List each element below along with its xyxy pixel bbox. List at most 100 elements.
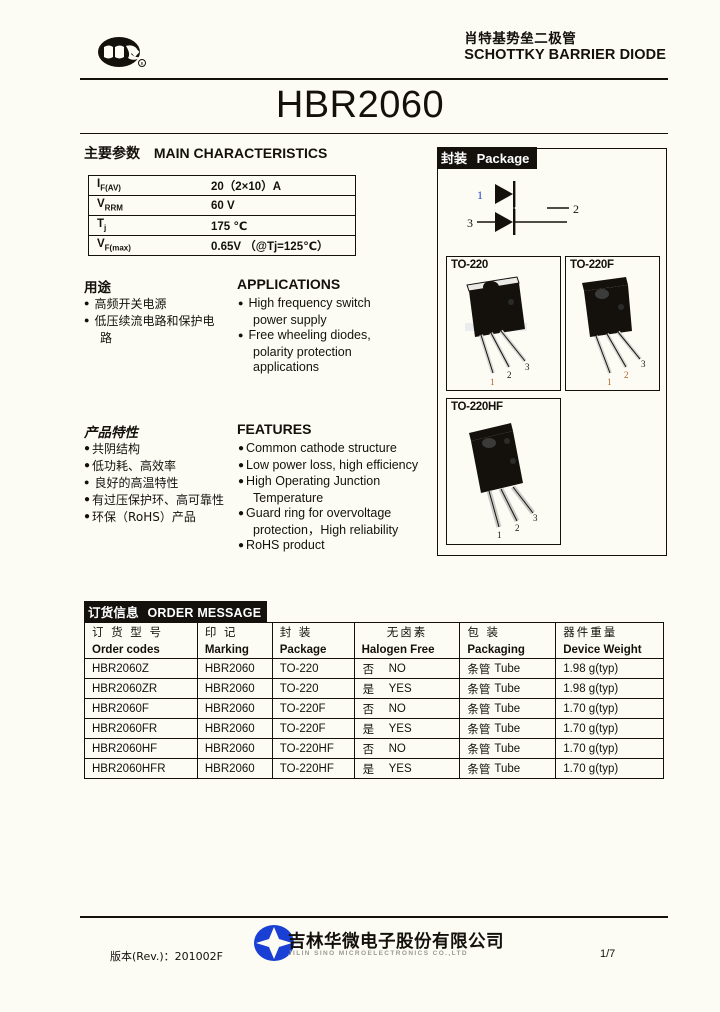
applications-item-en: Free wheeling diodes,	[248, 328, 371, 342]
to220hf-illustration: 1 2 3	[469, 423, 538, 540]
package-type: TO-220HF	[271, 758, 355, 779]
characteristics-table: IF(AV) 20（2×10）A VRRM 60 V Tj 175 ℃ VF(m…	[88, 175, 356, 256]
col-header-cn: 无卤素	[353, 622, 461, 641]
bullet-icon: ●	[238, 443, 245, 454]
col-header-en: Packaging	[459, 641, 557, 659]
packaging: 条管 Tube	[459, 738, 557, 759]
list-item: ● 有过压保护环、高可靠性	[84, 492, 234, 508]
applications-item-en: polarity protection	[253, 344, 352, 359]
list-item: ● High Operating Junction	[238, 474, 443, 490]
order-code: HBR2060HF	[84, 738, 198, 759]
company-name-en: JILIN SINO MICROELECTRONICS CO.,LTD	[288, 950, 468, 957]
order-message-caption: 订货信息 ORDER MESSAGE	[84, 601, 268, 623]
package-caption-cn: 封装	[441, 152, 468, 167]
svg-text:2: 2	[573, 202, 579, 216]
bullet-icon: ●	[84, 315, 90, 325]
halogen-free: 是 YES	[353, 678, 461, 699]
applications-item-en: power supply	[253, 312, 327, 327]
features-item-cn: 环保（RoHS）产品	[92, 510, 196, 524]
table-row: HBR2060F HBR2060 TO-220F 否 NO 条管 Tube 1.70…	[84, 698, 664, 719]
list-item: ● Low power loss, high efficiency	[238, 458, 443, 474]
order-code: HBR2060FR	[84, 718, 198, 739]
package-type: TO-220F	[271, 698, 355, 719]
package-photo-to220hf: TO-220HF 1 2 3	[446, 398, 561, 545]
applications-heading-cn: 用途	[84, 280, 111, 296]
table-row: HBR2060HFR HBR2060 TO-220HF 是 YES 条管 Tube …	[84, 758, 664, 779]
packaging: 条管 Tube	[459, 718, 557, 739]
bullet-icon: ●	[84, 477, 90, 487]
device-weight: 1.70 g(typ)	[555, 758, 664, 779]
page-number: 1/7	[600, 948, 616, 960]
order-message-table: 订 货 型 号 印 记 封 装 无卤素 包 装 器件重量 Order codes…	[84, 622, 664, 779]
features-item-en: Guard ring for overvoltage	[246, 506, 392, 520]
table-header-row-cn: 订 货 型 号 印 记 封 装 无卤素 包 装 器件重量	[84, 622, 664, 641]
order-code: HBR2060Z	[84, 658, 198, 679]
bullet-icon: ●	[238, 540, 245, 551]
list-item: ● RoHS product	[238, 538, 443, 554]
list-item: ● Common cathode structure	[238, 441, 443, 457]
features-item-en: RoHS product	[246, 538, 325, 552]
col-header-en: Halogen Free	[353, 641, 461, 659]
packaging: 条管 Tube	[459, 698, 557, 719]
package-type: TO-220HF	[271, 738, 355, 759]
bullet-icon: ●	[238, 298, 244, 308]
halogen-free: 否 NO	[353, 738, 461, 759]
to220f-illustration: 1 2 3	[582, 277, 646, 387]
package-photo-to220: TO-220 1 2 3	[446, 256, 561, 391]
features-item-en: Low power loss, high efficiency	[246, 457, 419, 472]
bullet-icon: ●	[238, 459, 245, 471]
list-item: ● 低压续流电路和保护电	[84, 313, 234, 329]
svg-text:1: 1	[490, 377, 495, 387]
bullet-icon: ●	[238, 508, 245, 519]
col-header-en: Device Weight	[555, 641, 664, 659]
col-header-cn: 封 装	[271, 622, 355, 641]
applications-list-cn: ● 高频开关电源 ● 低压续流电路和保护电 路	[84, 296, 234, 346]
bullet-icon: ●	[238, 330, 244, 340]
bullet-icon: ●	[84, 494, 91, 505]
characteristics-heading: 主要参数 MAIN CHARACTERISTICS	[84, 143, 327, 163]
characteristics-symbol: IF(AV)	[88, 175, 205, 196]
applications-item-cn: 低压续流电路和保护电	[94, 314, 215, 328]
table-row: HBR2060FR HBR2060 TO-220F 是 YES 条管 Tube 1.…	[84, 718, 664, 739]
svg-text:3: 3	[641, 359, 646, 369]
svg-text:3: 3	[533, 513, 538, 523]
characteristics-symbol: VF(max)	[88, 235, 205, 256]
list-item: ● 环保（RoHS）产品	[84, 509, 234, 525]
product-title-en: SCHOTTKY BARRIER DIODE	[464, 47, 666, 63]
header-rule-top	[80, 78, 668, 80]
list-item: ● 低功耗、高效率	[84, 458, 234, 474]
applications-item-en: applications	[253, 360, 320, 374]
characteristics-heading-en: MAIN CHARACTERISTICS	[153, 145, 328, 161]
marking: HBR2060	[196, 698, 273, 719]
col-header-en: Order codes	[84, 641, 198, 659]
characteristics-value: 60 V	[205, 195, 356, 216]
svg-text:1: 1	[607, 377, 612, 387]
applications-heading-en: APPLICATIONS	[237, 276, 341, 292]
product-title-cn: 肖特基势垒二极管	[464, 31, 577, 47]
svg-text:R: R	[140, 61, 143, 66]
table-row: HBR2060ZR HBR2060 TO-220 是 YES 条管 Tube 1.9…	[84, 678, 664, 699]
footer-rule	[80, 916, 668, 918]
package-caption: 封装 Package	[437, 147, 538, 169]
device-weight: 1.98 g(typ)	[555, 678, 664, 699]
characteristics-value: 20（2×10）A	[205, 175, 356, 196]
svg-text:2: 2	[507, 370, 512, 380]
table-row: HBR2060Z HBR2060 TO-220 否 NO 条管 Tube 1.98 …	[84, 658, 664, 679]
datasheet-page: R 肖特基势垒二极管 SCHOTTKY BARRIER DIODE HBR206…	[0, 0, 720, 1012]
to220-illustration: 1 2 3	[465, 276, 530, 387]
device-weight: 1.98 g(typ)	[555, 658, 664, 679]
table-row: IF(AV) 20（2×10）A	[88, 175, 356, 196]
list-item: ● 高频开关电源	[84, 296, 234, 312]
order-message-caption-en: ORDER MESSAGE	[147, 606, 262, 620]
order-code: HBR2060ZR	[84, 678, 198, 699]
col-header-cn: 订 货 型 号	[84, 622, 198, 641]
halogen-free: 是 YES	[353, 718, 461, 739]
order-code: HBR2060HFR	[84, 758, 198, 779]
features-item-cn: 良好的高温特性	[94, 476, 179, 490]
applications-list-en: ● High frequency switch power supply ● F…	[238, 296, 438, 376]
list-item: ● Guard ring for overvoltage	[238, 506, 443, 522]
features-list-cn: ● 共阴结构 ● 低功耗、高效率 ● 良好的高温特性 ● 有过压保护环、高可靠性…	[84, 441, 234, 526]
features-heading-en: FEATURES	[237, 421, 312, 437]
applications-item-en: High frequency switch	[248, 296, 371, 310]
list-item: ● 良好的高温特性	[84, 475, 234, 491]
